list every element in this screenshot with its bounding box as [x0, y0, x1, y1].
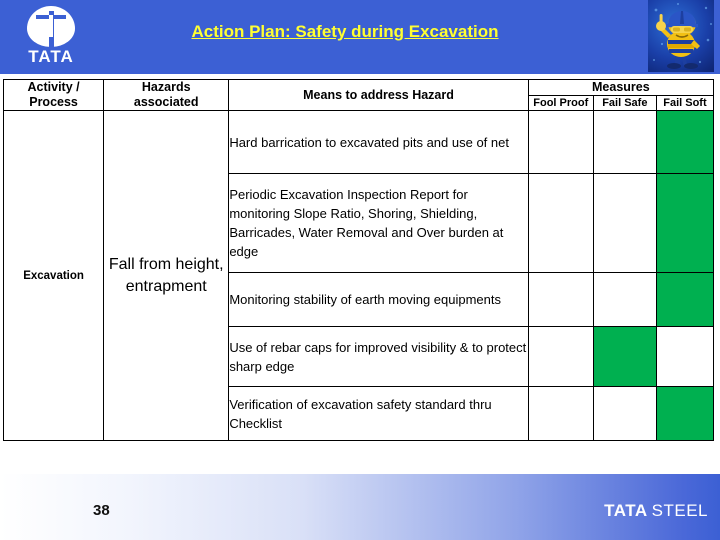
safety-mascot-icon: [648, 0, 714, 72]
cell-fail-soft[interactable]: [655, 326, 715, 387]
cell-fool-proof[interactable]: [527, 173, 594, 273]
column-header-activity-line2: Process: [29, 95, 78, 109]
cell-hazard: Fall from height, entrapment: [103, 110, 230, 441]
table-body: Excavation Fall from height, entrapment …: [2, 110, 715, 441]
cell-fool-proof[interactable]: [527, 386, 594, 441]
brand-light-text: STEEL: [651, 501, 708, 520]
slide-footer: 38 TATA STEEL: [0, 474, 720, 540]
cell-fail-safe[interactable]: [592, 386, 657, 441]
column-header-activity-line1: Activity /: [27, 80, 80, 94]
column-header-hazards: Hazards associated: [103, 79, 230, 111]
cell-fail-safe[interactable]: [592, 326, 657, 387]
cell-means: Monitoring stability of earth moving equ…: [228, 272, 529, 327]
cell-fail-safe[interactable]: [592, 173, 657, 273]
column-header-activity: Activity / Process: [2, 79, 105, 111]
cell-means: Periodic Excavation Inspection Report fo…: [228, 173, 529, 273]
column-header-fool-proof: Fool Proof: [527, 95, 594, 111]
cell-means: Verification of excavation safety standa…: [228, 386, 529, 441]
table-row: Excavation Fall from height, entrapment …: [2, 110, 715, 441]
cell-fool-proof[interactable]: [527, 272, 594, 327]
cell-fool-proof[interactable]: [527, 326, 594, 387]
column-header-hazards-line1: Hazards: [141, 80, 191, 94]
tata-logo-wordmark: TATA: [28, 47, 74, 66]
cell-fool-proof[interactable]: [527, 110, 594, 174]
brand-bold-text: TATA: [604, 501, 648, 520]
table-header-row-1: Activity / Process Hazards associated Me…: [2, 79, 715, 111]
tata-steel-wordmark: TATA STEEL: [604, 501, 708, 521]
action-plan-table: Activity / Process Hazards associated Me…: [2, 79, 715, 441]
cell-fail-safe[interactable]: [592, 110, 657, 174]
column-header-hazards-line2: associated: [133, 95, 199, 109]
cell-fail-soft[interactable]: [655, 272, 715, 327]
cell-fail-soft[interactable]: [655, 386, 715, 441]
page-title: Action Plan: Safety during Excavation: [191, 22, 499, 41]
cell-fail-safe[interactable]: [592, 272, 657, 327]
cell-fail-soft[interactable]: [655, 110, 715, 174]
cell-activity: Excavation: [2, 110, 105, 441]
page-number: 38: [93, 502, 110, 519]
cell-means: Hard barrication to excavated pits and u…: [228, 110, 529, 174]
column-header-fail-safe: Fail Safe: [592, 95, 657, 111]
tata-roundel-icon: [27, 6, 75, 47]
table-head: Activity / Process Hazards associated Me…: [2, 79, 715, 111]
column-header-measures: Measures: [527, 79, 715, 96]
column-header-fail-soft: Fail Soft: [655, 95, 715, 111]
column-header-means: Means to address Hazard: [228, 79, 529, 111]
cell-means: Use of rebar caps for improved visibilit…: [228, 326, 529, 387]
slide-header: TATA Action Plan: Safety during Excavati…: [0, 0, 720, 74]
tata-logo: TATA: [12, 6, 90, 68]
cell-fail-soft[interactable]: [655, 173, 715, 273]
